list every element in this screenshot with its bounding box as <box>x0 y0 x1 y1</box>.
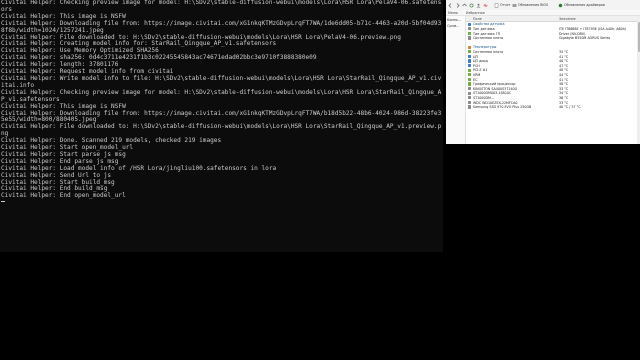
tree-item-summary[interactable]: Сумм... <box>447 24 464 28</box>
row-value: 40 °C / 37 °C <box>559 105 581 110</box>
driver-updates-label: Обновления драйверов <box>564 3 605 7</box>
sensor-icon <box>468 27 472 31</box>
favorites-tab[interactable]: Избранное <box>466 11 485 15</box>
column-header-value[interactable]: Значение <box>559 17 576 21</box>
report-button[interactable]: Отчет <box>494 2 510 8</box>
hwinfo-window: Отчет Обновления BIOS Обновления драйвер… <box>446 0 640 144</box>
table-row[interactable]: Samsung SSD 970 EVO Plus 250GB 40 °C / 37… <box>466 105 640 110</box>
user-icon <box>476 3 481 7</box>
sensor-icon <box>468 36 472 40</box>
bios-updates-button[interactable]: Обновления BIOS <box>512 2 548 8</box>
sensor-icon <box>468 68 472 72</box>
refresh-button[interactable] <box>469 2 474 8</box>
console-line: Civitai Helper: Checking preview image f… <box>1 88 442 96</box>
sensor-icon <box>468 50 472 54</box>
sensor-icon <box>468 64 472 68</box>
console-line: Civitai Helper: Checking preview image f… <box>1 0 442 6</box>
sensor-icon <box>468 100 472 105</box>
console-line: Civitai Helper: End open_model_url <box>1 192 126 200</box>
sensor-icon <box>468 22 472 26</box>
sensor-icon <box>468 77 472 82</box>
sensor-table: Поле Значение Свойства датчика Тип датчик… <box>466 16 640 144</box>
sensor-icon <box>468 59 472 63</box>
console-line: Civitai Helper: File downloaded to: H:\S… <box>1 123 442 131</box>
menu-tab[interactable]: Меню <box>448 11 458 15</box>
driver-updates-button[interactable]: Обновления драйверов <box>558 2 605 8</box>
up-arrow-icon <box>462 3 467 6</box>
report-label: Отчет <box>500 3 511 7</box>
sensor-icon <box>468 105 472 109</box>
console-line: Civitai Helper: Write model info to file… <box>1 74 442 82</box>
bios-icon <box>512 3 517 7</box>
refresh-icon <box>469 3 474 7</box>
up-button[interactable] <box>462 2 467 8</box>
console-cursor <box>1 201 5 203</box>
sensor-icon <box>468 82 472 86</box>
sensor-icon <box>468 45 472 49</box>
sensor-icon <box>468 73 472 77</box>
column-header-field[interactable]: Поле <box>473 17 482 21</box>
sensor-icon <box>468 87 472 91</box>
forward-arrow-icon <box>456 2 460 8</box>
back-button[interactable] <box>448 2 453 8</box>
sensor-icon <box>468 31 472 36</box>
console-output[interactable]: Civitai Helper: Checking preview image f… <box>0 0 443 252</box>
user-button[interactable] <box>476 2 481 8</box>
row-field: Samsung SSD 970 EVO Plus 250GB <box>473 105 532 110</box>
tree-item-computer[interactable]: Компь... <box>447 18 464 22</box>
driver-icon <box>558 3 563 7</box>
navigation-tree: Компь... Сумм... <box>446 16 466 144</box>
scrollbar-thumb[interactable] <box>637 22 640 52</box>
activity-button[interactable] <box>483 2 488 8</box>
bios-updates-label: Обновления BIOS <box>518 3 549 7</box>
activity-icon <box>483 2 488 8</box>
report-icon <box>494 2 499 8</box>
sensor-icon <box>468 96 472 100</box>
sensor-icon <box>468 54 472 59</box>
sensor-icon <box>468 91 472 95</box>
back-arrow-icon <box>448 2 452 8</box>
forward-button[interactable] <box>455 2 460 8</box>
